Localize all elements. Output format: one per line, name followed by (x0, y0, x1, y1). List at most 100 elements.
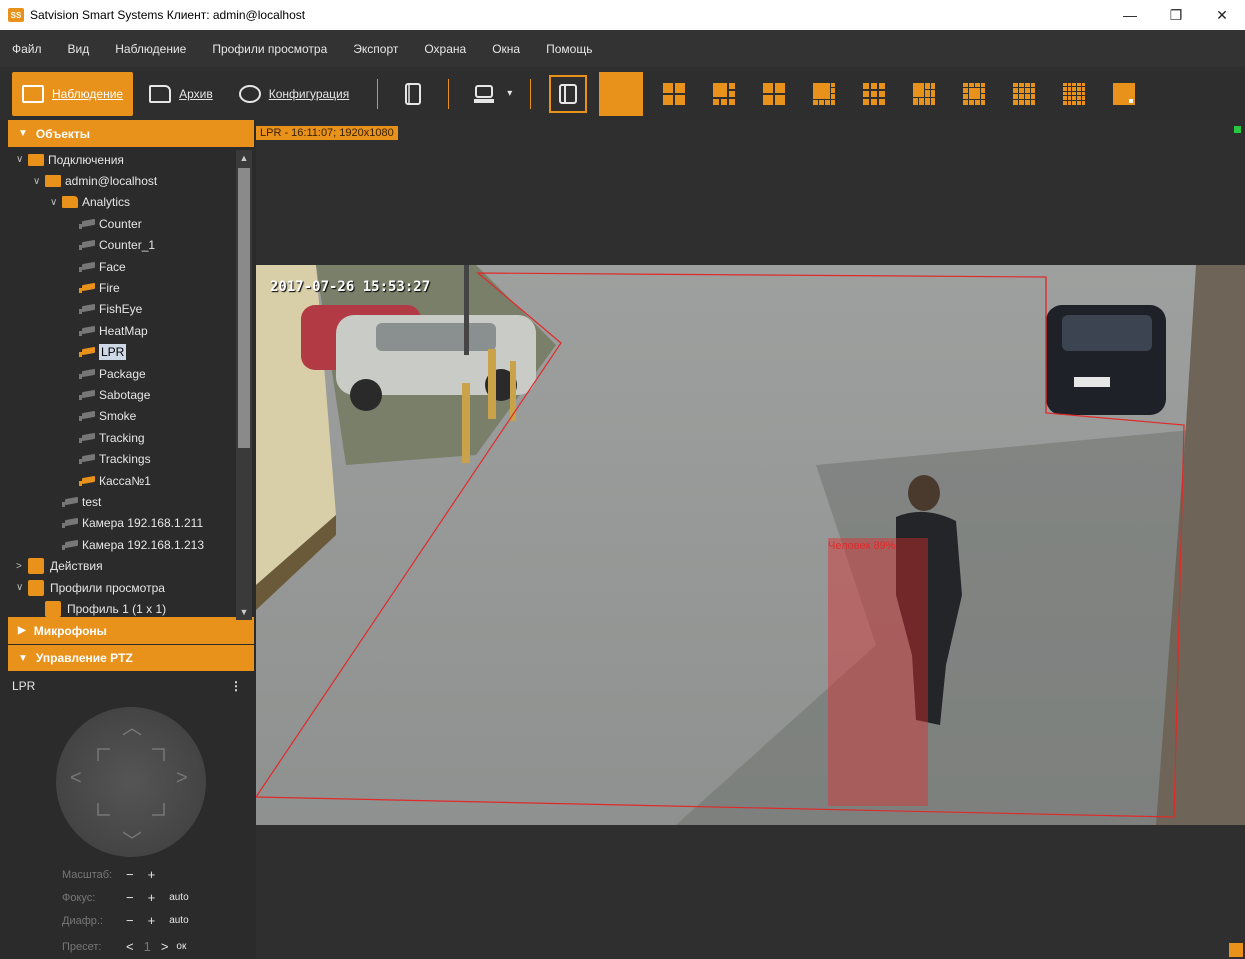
tree-item[interactable]: Камера 192.168.1.213 (8, 534, 254, 555)
video-area[interactable]: LPR - 16:11:07; 1920x1080 2017-07-26 15:… (256, 120, 1245, 959)
collapse-chevron-icon[interactable]: ∨ (16, 154, 28, 165)
pan-right-icon[interactable]: > (176, 767, 188, 790)
tree-item[interactable]: ∨ Подключения (8, 149, 254, 170)
pan-up-icon[interactable]: ︿ (122, 711, 142, 740)
layout-5x5-button[interactable] (1055, 75, 1093, 113)
scroll-down-icon[interactable]: ▼ (236, 604, 252, 620)
tree-item[interactable]: Sabotage (8, 384, 254, 405)
monitoring-mode-button[interactable]: Наблюдение (12, 71, 134, 116)
maximize-button[interactable]: ❐ (1153, 0, 1199, 30)
archive-mode-button[interactable]: Архив (139, 72, 223, 116)
expand-chevron-icon[interactable]: > (16, 561, 28, 572)
tree-item[interactable]: test (8, 491, 254, 512)
tree-item[interactable]: Tracking (8, 427, 254, 448)
tree-item[interactable]: FishEye (8, 299, 254, 320)
tree-item[interactable]: Package (8, 363, 254, 384)
menu-view-profiles[interactable]: Профили просмотра (212, 42, 327, 56)
tree-item[interactable]: ∨ Профили просмотра (8, 577, 254, 598)
server-icon (28, 153, 44, 166)
tree-item[interactable]: Trackings (8, 448, 254, 469)
tree-scrollbar[interactable]: ▲ ▼ (236, 150, 252, 620)
microphones-panel-header[interactable]: ▶ Микрофоны (8, 617, 254, 644)
tree-item-label: Counter (99, 216, 142, 231)
tree-item[interactable]: ∨ Analytics (8, 192, 254, 213)
pan-down-icon[interactable]: ﹀ (122, 825, 142, 854)
layout-3x3-button[interactable] (855, 75, 893, 113)
tree-item[interactable]: Counter (8, 213, 254, 234)
ptz-joystick[interactable]: ︿ ﹀ < > (56, 707, 206, 857)
collapse-chevron-icon[interactable]: ∨ (16, 582, 28, 593)
menu-export[interactable]: Экспорт (353, 42, 398, 56)
tree-item[interactable]: Касса№1 (8, 470, 254, 491)
tree-item[interactable]: Камера 192.168.1.211 (8, 513, 254, 534)
ptz-menu-icon[interactable]: ⋮ (230, 679, 242, 693)
tree-item[interactable]: LPR (8, 342, 254, 363)
pan-left-icon[interactable]: < (70, 767, 82, 790)
tree-item[interactable]: Smoke (8, 406, 254, 427)
ptz-panel-header[interactable]: ▼ Управление PTZ (8, 644, 254, 671)
custom-layout-icon (1113, 82, 1136, 105)
monitor-switch-icon[interactable] (467, 77, 501, 111)
camera-icon (79, 454, 95, 465)
zoom-out-button[interactable]: − (126, 867, 134, 882)
grid-4x4-icon (1013, 82, 1036, 105)
preset-value[interactable]: 1 (144, 939, 151, 954)
tree-item[interactable]: ∨ admin@localhost (8, 170, 254, 191)
focus-auto-button[interactable]: auto (169, 892, 188, 903)
tree-item[interactable]: > Действия (8, 555, 254, 576)
fullscreen-toggle-button[interactable] (549, 74, 588, 113)
tree-item[interactable]: HeatMap (8, 320, 254, 341)
iris-auto-button[interactable]: auto (169, 915, 188, 926)
folder-icon (149, 84, 172, 103)
layout-4x4-button[interactable] (1005, 75, 1043, 113)
camera-scene (256, 265, 1245, 825)
zoom-in-button[interactable]: + (148, 867, 156, 882)
layout-custom-button[interactable] (1105, 75, 1143, 113)
tree-item[interactable]: Fire (8, 277, 254, 298)
close-button[interactable]: ✕ (1199, 0, 1245, 30)
collapse-chevron-icon[interactable]: ∨ (33, 176, 45, 187)
toolbar-separator (530, 78, 532, 109)
camera-icon (79, 262, 95, 272)
tree-item[interactable]: Counter_1 (8, 235, 254, 256)
menu-view[interactable]: Вид (68, 42, 90, 56)
preset-prev-button[interactable]: < (126, 939, 134, 954)
tree-item[interactable]: Face (8, 256, 254, 277)
tree-item-label: admin@localhost (65, 174, 158, 189)
menu-monitoring[interactable]: Наблюдение (115, 42, 186, 56)
menu-file[interactable]: Файл (12, 42, 42, 56)
iris-minus-button[interactable]: − (126, 913, 134, 928)
collapse-chevron-icon[interactable]: ∨ (50, 197, 62, 208)
iris-plus-button[interactable]: + (148, 913, 156, 928)
collapse-arrow-icon: ▼ (18, 128, 28, 139)
objects-panel-header[interactable]: ▼ Объекты (8, 120, 254, 147)
camera-feed[interactable]: 2017-07-26 15:53:27 Человек 89% (256, 265, 1245, 825)
layout-1plus7-button[interactable] (805, 75, 843, 113)
layout-2plus8-button[interactable] (905, 75, 943, 113)
layout-2x2-button[interactable] (655, 75, 693, 113)
menu-help[interactable]: Помощь (546, 42, 592, 56)
preset-next-button[interactable]: > (161, 939, 169, 954)
dropdown-arrow-icon[interactable]: ▾ (507, 88, 512, 99)
focus-plus-button[interactable]: + (148, 890, 156, 905)
speaker-icon[interactable] (1229, 943, 1243, 957)
menu-security[interactable]: Охрана (424, 42, 466, 56)
scroll-up-icon[interactable]: ▲ (236, 150, 252, 166)
grid-2plus8-icon (913, 82, 936, 105)
configuration-mode-button[interactable]: Конфигурация (229, 72, 360, 116)
book-icon[interactable] (396, 77, 430, 111)
minimize-button[interactable]: — (1107, 0, 1153, 30)
layout-1plus5-button[interactable] (705, 75, 743, 113)
scroll-thumb[interactable] (238, 168, 250, 448)
layout-1x1-button[interactable] (599, 71, 644, 116)
focus-minus-button[interactable]: − (126, 890, 134, 905)
layout-1plus12-button[interactable] (955, 75, 993, 113)
preset-ok-button[interactable]: ок (176, 941, 186, 952)
archive-mode-label: Архив (179, 86, 213, 101)
window-title: Satvision Smart Systems Клиент: admin@lo… (30, 8, 306, 22)
layout-3x3a-button[interactable] (755, 75, 793, 113)
window-controls: — ❐ ✕ (1107, 0, 1245, 30)
tree-item[interactable]: Профиль 1 (1 x 1) (8, 598, 254, 617)
tree-item-label: Analytics (82, 195, 131, 210)
menu-windows[interactable]: Окна (492, 42, 520, 56)
